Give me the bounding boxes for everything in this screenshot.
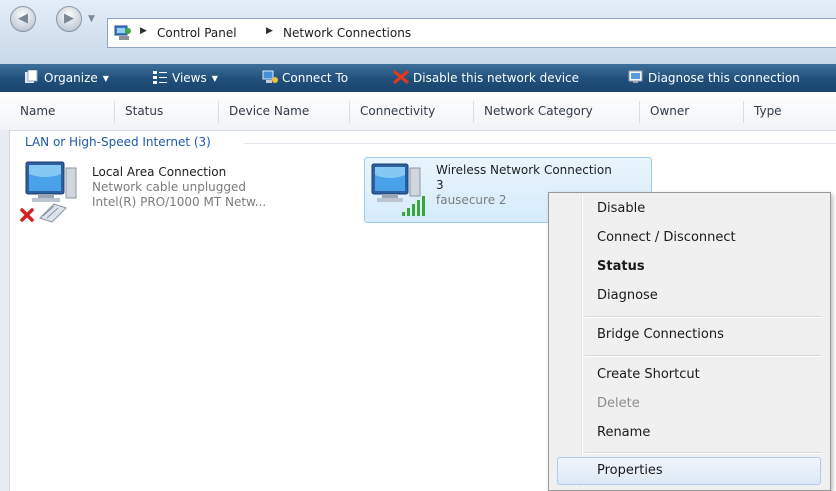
menu-item-bridge-connections[interactable]: Bridge Connections xyxy=(597,327,724,342)
connect-to-icon xyxy=(262,70,278,83)
breadcrumb-network-connections[interactable]: Network Connections xyxy=(283,26,411,40)
organize-button[interactable]: Organize ▼ xyxy=(24,69,109,87)
column-header-device-name[interactable]: Device Name xyxy=(218,92,349,130)
menu-item-rename[interactable]: Rename xyxy=(597,425,650,440)
connection-device: Intel(R) PRO/1000 MT Netw... xyxy=(92,195,267,209)
column-header-connectivity[interactable]: Connectivity xyxy=(349,92,473,130)
breadcrumb-separator-icon[interactable]: ▶ xyxy=(266,26,273,36)
chevron-down-icon: ▼ xyxy=(211,74,218,83)
disconnected-x-icon xyxy=(20,208,34,222)
menu-item-properties[interactable]: Properties xyxy=(597,463,663,478)
context-menu: Disable Connect / Disconnect Status Diag… xyxy=(548,192,831,491)
connection-name: Local Area Connection xyxy=(92,165,227,179)
red-x-icon xyxy=(393,70,409,84)
menu-icon-gutter xyxy=(581,195,583,488)
group-header[interactable]: LAN or High-Speed Internet (3) xyxy=(25,135,211,149)
column-header-row: Name Status Device Name Connectivity Net… xyxy=(0,92,836,131)
menu-item-diagnose[interactable]: Diagnose xyxy=(597,288,658,303)
column-header-owner[interactable]: Owner xyxy=(639,92,743,130)
connection-name: Wireless Network Connection xyxy=(436,163,612,177)
diagnose-connection-button[interactable]: Diagnose this connection xyxy=(628,69,800,87)
back-button[interactable]: ◀ xyxy=(10,6,36,32)
forward-button[interactable]: ▶ xyxy=(56,6,82,32)
network-connections-folder-icon xyxy=(114,25,131,40)
menu-item-delete[interactable]: Delete xyxy=(597,396,640,411)
menu-item-status[interactable]: Status xyxy=(597,259,645,274)
breadcrumb-separator-icon[interactable]: ▶ xyxy=(140,26,147,36)
menu-item-connect-disconnect[interactable]: Connect / Disconnect xyxy=(597,230,736,245)
menu-item-create-shortcut[interactable]: Create Shortcut xyxy=(597,367,700,382)
group-divider xyxy=(244,143,836,144)
menu-separator xyxy=(585,316,821,318)
views-button[interactable]: Views ▼ xyxy=(152,69,218,87)
column-header-type[interactable]: Type xyxy=(743,92,836,130)
forward-arrow-icon: ▶ xyxy=(64,11,74,26)
column-header-network-category[interactable]: Network Category xyxy=(473,92,639,130)
diagnose-icon xyxy=(628,70,643,83)
organize-icon xyxy=(25,70,38,83)
back-arrow-icon: ◀ xyxy=(18,11,28,26)
address-box[interactable]: ▶ Control Panel ▶ Network Connections xyxy=(107,18,836,48)
wireless-adapter-icon xyxy=(371,163,425,216)
connect-to-button[interactable]: Connect To xyxy=(262,69,348,87)
disable-device-button[interactable]: Disable this network device xyxy=(393,69,579,87)
breadcrumb-control-panel[interactable]: Control Panel xyxy=(157,26,237,40)
address-bar-area: ◀ ▶ ▼ ▶ Control Panel ▶ Network Connecti… xyxy=(0,0,836,64)
chevron-down-icon: ▼ xyxy=(102,74,109,83)
column-header-status[interactable]: Status xyxy=(114,92,218,130)
views-icon xyxy=(153,71,167,84)
navigation-pane-edge[interactable] xyxy=(0,130,10,491)
recent-pages-dropdown-icon[interactable]: ▼ xyxy=(88,14,95,24)
signal-strength-icon xyxy=(402,196,425,216)
column-header-name[interactable]: Name xyxy=(9,92,114,130)
menu-item-disable[interactable]: Disable xyxy=(597,201,645,216)
command-toolbar: Organize ▼ Views ▼ Connect To Disable this… xyxy=(0,64,836,92)
connection-status: Network cable unplugged xyxy=(92,180,247,194)
menu-separator xyxy=(585,452,821,454)
connection-name-suffix: 3 xyxy=(436,178,444,192)
network-adapter-icon xyxy=(20,161,77,223)
menu-separator xyxy=(585,355,821,357)
